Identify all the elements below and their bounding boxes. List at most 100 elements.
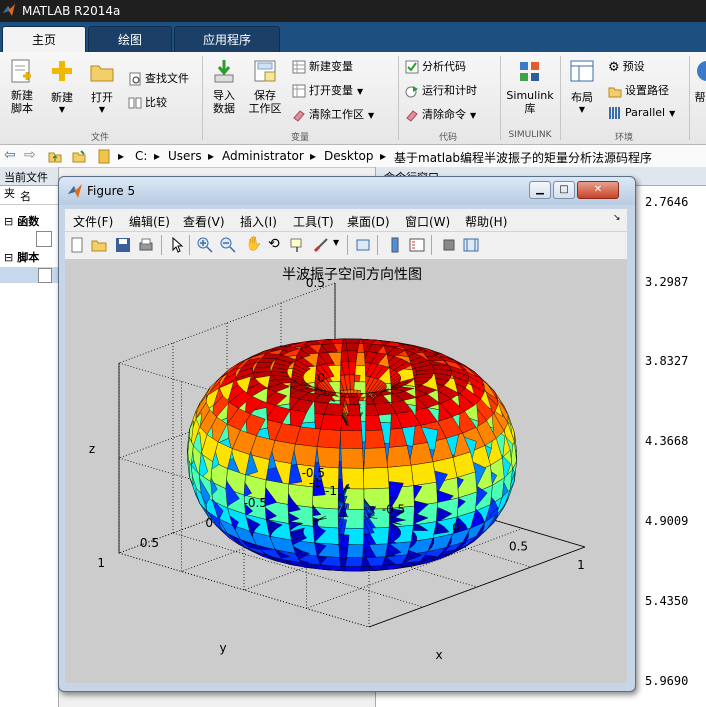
up-folder-icon[interactable] xyxy=(48,149,62,163)
ribbon-separator xyxy=(398,56,399,140)
close-button[interactable]: ✕ xyxy=(577,181,619,199)
collapse-icon[interactable]: ⊟ xyxy=(4,251,13,264)
menu-view[interactable]: 查看(V) xyxy=(183,213,225,230)
new-button[interactable]: 新建 ▼ xyxy=(44,58,80,114)
tab-home[interactable]: 主页 xyxy=(2,26,86,53)
surface-plot[interactable]: -0.500.5-1-0.500.51-1-0.500.51 半波振子空间方向性… xyxy=(65,259,627,683)
section-label: 脚本 xyxy=(17,251,40,264)
maximize-button[interactable]: □ xyxy=(553,181,575,199)
layout-button[interactable]: 布局 ▼ xyxy=(564,58,600,114)
preferences-button[interactable]: ⚙ 预设 xyxy=(608,58,645,75)
preferences-label: 预设 xyxy=(622,60,645,73)
back-arrow-icon[interactable]: ⇦ xyxy=(4,147,16,163)
browse-folder-icon[interactable] xyxy=(72,149,86,163)
new-script-button[interactable]: 新建 脚本 xyxy=(4,58,40,115)
group-file-label: 文件 xyxy=(90,133,109,143)
breadcrumb-segment[interactable]: Administrator xyxy=(222,149,304,163)
hide-plot-tools-icon[interactable] xyxy=(441,237,457,253)
find-files-button[interactable]: 查找文件 xyxy=(128,70,189,86)
set-path-button[interactable]: 设置路径 xyxy=(608,82,669,98)
parallel-button[interactable]: Parallel ▼ xyxy=(608,106,675,120)
zoom-in-icon[interactable] xyxy=(197,237,213,253)
y-axis-label: y xyxy=(219,641,226,655)
colorbar-icon[interactable] xyxy=(387,237,403,253)
m-file-icon[interactable] xyxy=(36,231,52,247)
menu-edit[interactable]: 编辑(E) xyxy=(129,213,170,230)
new-figure-icon[interactable] xyxy=(69,237,85,253)
breadcrumb-separator: ▸ xyxy=(154,149,161,163)
simulink-icon xyxy=(520,62,539,81)
data-cursor-icon[interactable] xyxy=(289,237,305,253)
menu-insert[interactable]: 插入(I) xyxy=(240,213,277,230)
legend-icon[interactable] xyxy=(409,237,425,253)
chevron-down-icon: ▼ xyxy=(669,109,676,118)
simulink-library-button[interactable]: Simulink 库 xyxy=(504,58,556,115)
address-bar: ⇦ ⇨ ▸ C: ▸ Users ▸ Administrator ▸ Deskt… xyxy=(0,145,706,168)
breadcrumb-segment[interactable]: C: xyxy=(135,149,147,163)
breadcrumb-segment[interactable]: 基于matlab编程半波振子的矩量分析法源码程序 xyxy=(394,149,652,166)
save-workspace-button[interactable]: 保存 工作区 xyxy=(246,58,284,115)
clear-workspace-button[interactable]: 清除工作区 ▼ xyxy=(292,106,374,122)
tab-apps[interactable]: 应用程序 xyxy=(174,26,280,53)
figure-canvas[interactable]: -0.5 0 0.5 -1 -0.5 0 0.5 1 -1 -0.5 0 0.5 1 半波振子空间方向性… xyxy=(65,259,627,683)
clear-commands-button[interactable]: 清除命令 ▼ xyxy=(405,106,476,122)
brush-icon[interactable] xyxy=(313,237,329,253)
simulink-label: Simulink 库 xyxy=(506,89,554,115)
pan-hand-icon[interactable]: ✋ xyxy=(245,236,262,252)
toolbar-separator xyxy=(161,235,162,255)
zoom-out-icon[interactable] xyxy=(220,237,236,253)
menu-window[interactable]: 窗口(W) xyxy=(405,213,450,230)
new-label: 新建 xyxy=(51,91,73,104)
import-icon xyxy=(214,60,234,83)
menu-file[interactable]: 文件(F) xyxy=(73,213,113,230)
chevron-down-icon: ▼ xyxy=(357,87,364,96)
gear-icon: ⚙ xyxy=(608,59,620,75)
import-data-button[interactable]: 导入 数据 xyxy=(206,58,242,115)
run-and-time-label: 运行和计时 xyxy=(422,84,477,97)
open-button[interactable]: 打开 ▼ xyxy=(84,58,120,114)
breadcrumb-segment[interactable]: Desktop xyxy=(324,149,374,163)
dock-arrow-icon[interactable]: ↘ xyxy=(613,213,621,223)
list-item-selected[interactable] xyxy=(0,267,58,283)
menu-tools[interactable]: 工具(T) xyxy=(293,213,334,230)
rotate-3d-icon[interactable]: ⟲ xyxy=(268,236,280,252)
figure-toolbar: ✋ ⟲ ▼ xyxy=(65,232,627,260)
analyze-code-button[interactable]: 分析代码 xyxy=(405,58,466,74)
print-icon[interactable] xyxy=(138,237,154,253)
chevron-down-icon[interactable]: ▼ xyxy=(333,238,339,247)
open-file-icon[interactable] xyxy=(91,237,107,253)
plot-title: 半波振子空间方向性图 xyxy=(282,267,422,283)
new-variable-button[interactable]: 新建变量 xyxy=(292,58,353,74)
folder-icon xyxy=(90,65,114,82)
column-header[interactable]: 名 xyxy=(0,186,58,205)
pointer-icon[interactable] xyxy=(169,237,185,253)
parallel-label: Parallel xyxy=(625,106,666,119)
output-value: 3.2987 xyxy=(645,275,689,289)
figure-window[interactable]: Figure 5 ▁ □ ✕ 文件(F) 编辑(E) 查看(V) 插入(I) 工… xyxy=(58,176,636,692)
compare-button[interactable]: 比较 xyxy=(128,94,167,110)
open-variable-button[interactable]: 打开变量 ▼ xyxy=(292,82,363,98)
app-title: MATLAB R2014a xyxy=(22,4,121,18)
collapse-icon[interactable]: ⊟ xyxy=(4,215,13,228)
chevron-down-icon: ▼ xyxy=(98,105,106,114)
save-icon[interactable] xyxy=(115,237,131,253)
output-value: 5.9690 xyxy=(645,674,689,688)
menu-help[interactable]: 帮助(H) xyxy=(465,213,507,230)
tab-plots[interactable]: 绘图 xyxy=(88,26,172,53)
show-plot-tools-icon[interactable] xyxy=(463,237,479,253)
app-titlebar: MATLAB R2014a xyxy=(0,0,706,22)
forward-arrow-icon[interactable]: ⇨ xyxy=(24,147,36,163)
section-functions[interactable]: ⊟ 函数 xyxy=(4,213,39,229)
menu-desktop[interactable]: 桌面(D) xyxy=(347,213,390,230)
breadcrumb-segment[interactable]: Users xyxy=(168,149,202,163)
clear-commands-label: 清除命令 xyxy=(422,108,466,121)
run-and-time-button[interactable]: 运行和计时 xyxy=(405,82,477,98)
section-scripts[interactable]: ⊟ 脚本 xyxy=(4,249,39,265)
save-workspace-label: 保存 工作区 xyxy=(248,89,282,115)
minimize-button[interactable]: ▁ xyxy=(529,181,551,199)
help-button[interactable]: 帮 xyxy=(694,58,706,105)
figure-titlebar[interactable]: Figure 5 ▁ □ ✕ xyxy=(59,177,635,205)
surface-patch xyxy=(385,445,412,468)
link-plot-icon[interactable] xyxy=(355,237,371,253)
x-tick-label: -0.5 xyxy=(382,503,405,517)
